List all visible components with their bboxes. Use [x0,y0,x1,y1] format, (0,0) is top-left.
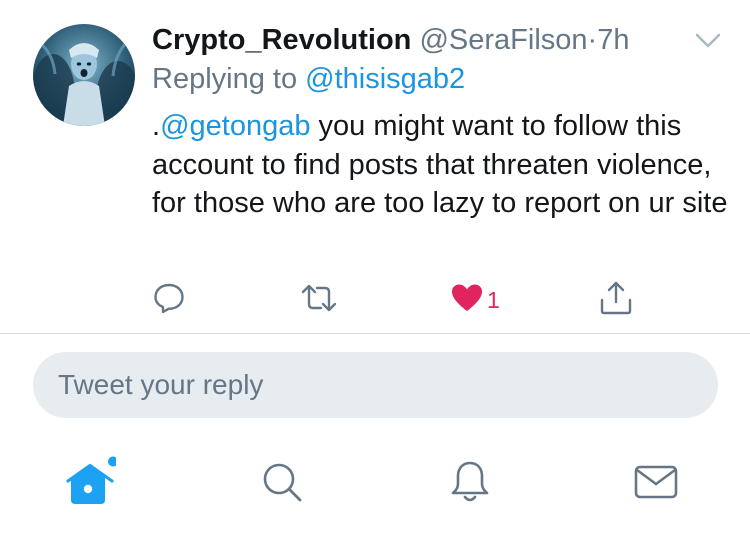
display-name[interactable]: Crypto_Revolution [152,24,411,56]
chevron-down-icon[interactable] [694,28,722,52]
reply-icon [152,281,186,320]
retweet-button[interactable] [300,280,338,320]
tab-home[interactable] [60,454,120,514]
avatar[interactable] [33,24,135,126]
share-icon [598,280,634,321]
tweet-header: Crypto_Revolution @SeraFilson·7h [152,20,629,60]
heart-icon [451,283,483,318]
tweet-actions: 1 [0,280,750,320]
tab-search[interactable] [252,454,312,514]
retweet-icon [300,281,338,320]
tweet-detail-screen: Crypto_Revolution @SeraFilson·7h Replyin… [0,0,750,533]
like-count: 1 [487,286,500,313]
share-button[interactable] [598,280,634,320]
home-icon [64,456,118,513]
tab-bar [0,440,750,533]
replying-to: Replying to @thisisgab2 [152,59,465,99]
text-prefix: . [152,110,161,142]
tweet[interactable]: Crypto_Revolution @SeraFilson·7h Replyin… [0,0,750,334]
bell-icon [447,459,493,510]
notification-dot [108,456,118,466]
replying-to-handle[interactable]: @thisisgab2 [305,63,465,95]
reply-input[interactable] [33,352,718,418]
mention-link[interactable]: @getongab [160,110,310,142]
mail-icon [632,461,680,508]
reply-button[interactable] [152,280,186,320]
divider [0,333,750,334]
search-icon [260,460,304,509]
tab-messages[interactable] [626,454,686,514]
tab-notifications[interactable] [440,454,500,514]
like-button[interactable]: 1 [451,280,500,320]
tweet-text: .@getongab you might want to follow this… [152,107,732,223]
separator: · [587,24,598,56]
replying-prefix: Replying to [152,63,306,95]
user-handle[interactable]: @SeraFilson [419,24,587,56]
timestamp: 7h [597,24,630,56]
